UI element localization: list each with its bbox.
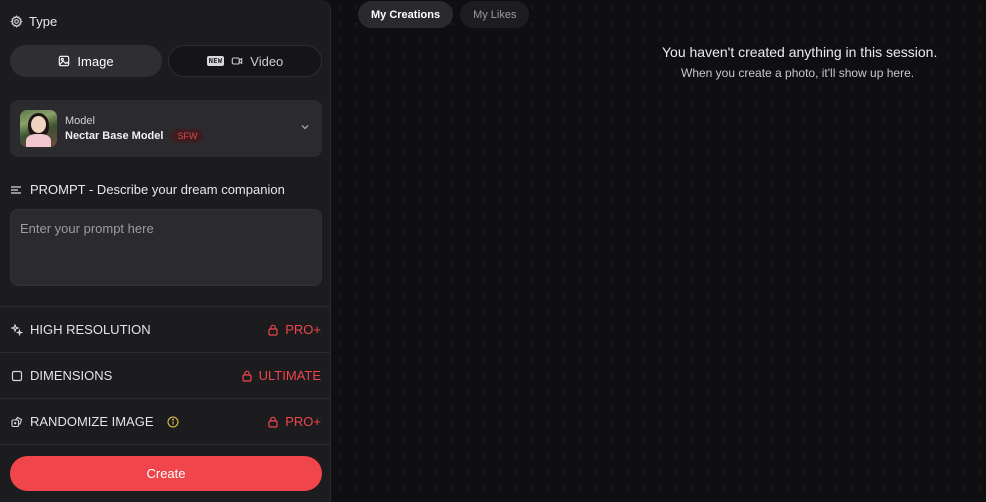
high-resolution-label: HIGH RESOLUTION — [30, 322, 151, 337]
randomize-image-tier: PRO+ — [285, 414, 321, 429]
type-label: Type — [29, 14, 58, 29]
model-thumbnail — [20, 110, 57, 147]
dimensions-tier: ULTIMATE — [258, 368, 321, 383]
empty-state-title: You haven't created anything in this ses… — [662, 44, 938, 60]
randomize-image-option[interactable]: RANDOMIZE IMAGE PRO+ — [0, 398, 331, 444]
empty-state-subtitle: When you create a photo, it'll show up h… — [681, 66, 915, 80]
generator-panel: Type Image NEW Video Model Nectar Base M… — [0, 0, 331, 502]
video-type-label: Video — [250, 53, 284, 69]
sparkles-icon — [11, 323, 23, 336]
model-selector[interactable]: Model Nectar Base Model SFW — [10, 100, 322, 157]
text-lines-icon — [11, 185, 21, 194]
dimensions-option[interactable]: DIMENSIONS ULTIMATE — [0, 352, 331, 398]
create-button[interactable]: Create — [10, 456, 322, 491]
chevron-down-icon — [301, 125, 309, 130]
prompt-label: PROMPT - Describe your dream companion — [30, 182, 285, 197]
image-type-label: Image — [77, 53, 114, 69]
model-label: Model — [65, 114, 95, 127]
image-type-button[interactable]: Image — [10, 45, 162, 77]
tab-my-creations[interactable]: My Creations — [358, 1, 454, 28]
info-icon[interactable] — [167, 416, 179, 428]
randomize-image-label: RANDOMIZE IMAGE — [30, 414, 154, 429]
type-toggle: Image NEW Video — [10, 45, 322, 77]
lock-icon — [268, 324, 278, 336]
type-section-label: Type — [10, 14, 57, 29]
options-divider — [0, 444, 331, 445]
high-resolution-option[interactable]: HIGH RESOLUTION PRO+ — [0, 306, 331, 352]
prompt-label-row: PROMPT - Describe your dream companion — [10, 182, 285, 197]
image-icon — [59, 55, 70, 67]
creations-area: My Creations My Likes You haven't create… — [332, 0, 986, 502]
gear-icon — [10, 15, 23, 28]
model-name: Nectar Base Model — [65, 129, 164, 142]
dimensions-label: DIMENSIONS — [30, 368, 113, 383]
lock-icon — [242, 370, 252, 382]
square-icon — [11, 370, 23, 381]
high-resolution-tier: PRO+ — [285, 322, 321, 337]
lock-icon — [268, 416, 278, 428]
video-type-button[interactable]: NEW Video — [168, 45, 322, 77]
prompt-input[interactable] — [10, 209, 322, 286]
new-badge: NEW — [206, 56, 225, 66]
dice-icon — [11, 416, 23, 427]
tab-my-likes[interactable]: My Likes — [460, 1, 530, 28]
sfw-badge: SFW — [171, 128, 204, 143]
video-camera-icon — [231, 57, 243, 65]
creations-tabs: My Creations My Likes — [358, 1, 530, 28]
